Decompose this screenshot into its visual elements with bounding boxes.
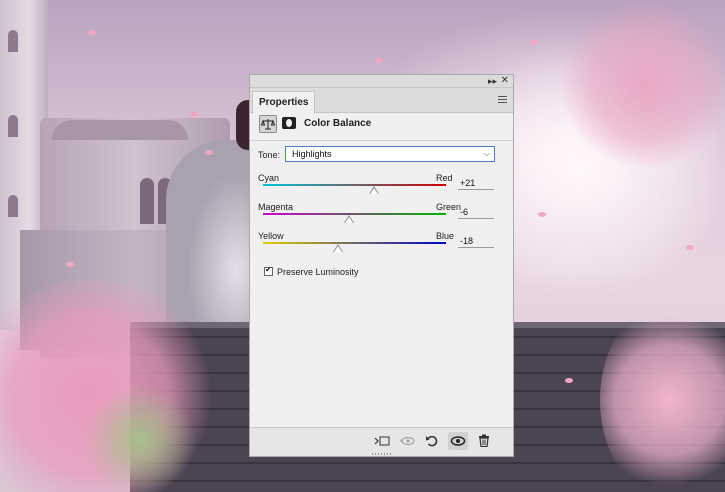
slider-thumb[interactable]	[333, 244, 344, 252]
visibility-eye-icon[interactable]	[448, 432, 468, 450]
slider-cyan-red: Cyan Red +21	[250, 173, 513, 203]
panel-tab-bar: Properties	[250, 88, 513, 114]
tower-window	[8, 115, 18, 137]
falling-petal	[530, 40, 538, 45]
castle-roof	[52, 120, 188, 140]
layer-mask-icon[interactable]	[282, 117, 296, 129]
slider-magenta-green: Magenta Green -6	[250, 202, 513, 232]
cherry-blossom-tree	[560, 0, 725, 170]
preserve-luminosity-checkbox[interactable]	[264, 265, 273, 276]
slider-value-field[interactable]: -18	[458, 235, 494, 248]
slider-thumb[interactable]	[344, 215, 354, 223]
hamburger-menu-icon[interactable]	[498, 96, 507, 104]
slider-track[interactable]	[263, 242, 446, 244]
resize-grip[interactable]	[372, 453, 392, 455]
reset-icon[interactable]	[422, 432, 442, 450]
chevron-down-icon: ⌵	[483, 149, 490, 158]
slider-value-field[interactable]: -6	[458, 206, 494, 219]
tab-properties[interactable]: Properties	[252, 91, 316, 114]
falling-petal	[375, 58, 383, 63]
adjustment-header: Color Balance	[250, 113, 513, 137]
tower-window	[8, 30, 18, 52]
slider-left-label: Cyan	[258, 173, 280, 183]
foliage	[80, 380, 200, 492]
castle-window	[140, 178, 154, 224]
falling-petal	[565, 378, 573, 383]
double-chevron-right-icon[interactable]: ▸▸	[488, 75, 497, 87]
falling-petal	[205, 150, 213, 155]
slider-right-label: Green	[436, 202, 462, 212]
slider-right-label: Blue	[436, 231, 455, 241]
view-previous-state-icon[interactable]	[397, 432, 417, 450]
tower-window	[8, 195, 18, 217]
slider-thumb[interactable]	[368, 186, 379, 194]
slider-left-label: Magenta	[258, 202, 294, 212]
balance-scale-icon[interactable]	[259, 115, 277, 133]
slider-yellow-blue: Yellow Blue -18	[250, 231, 513, 261]
slider-right-label: Red	[436, 173, 453, 183]
properties-panel: ▸▸ ✕ Properties Color Balance Tone: High…	[249, 74, 514, 457]
divider	[250, 140, 513, 141]
tone-dropdown[interactable]: Highlights ⌵	[285, 146, 495, 162]
slider-left-label: Yellow	[258, 231, 284, 241]
falling-petal	[538, 212, 546, 217]
preserve-luminosity-label: Preserve Luminosity	[277, 267, 359, 277]
trash-icon[interactable]	[474, 432, 494, 450]
close-icon[interactable]: ✕	[501, 75, 509, 87]
falling-petal	[190, 112, 198, 117]
tone-selected-value: Highlights	[292, 149, 332, 159]
slider-track[interactable]	[263, 184, 446, 186]
slider-value-field[interactable]: +21	[458, 177, 494, 190]
clip-to-layer-icon[interactable]	[372, 432, 392, 450]
panel-footer	[250, 427, 513, 456]
falling-petal	[66, 262, 74, 267]
slider-track[interactable]	[263, 213, 446, 215]
panel-title-bar: ▸▸ ✕	[250, 75, 513, 88]
tone-label: Tone:	[258, 150, 281, 160]
falling-petal	[686, 245, 694, 250]
adjustment-title: Color Balance	[304, 118, 372, 129]
falling-petal	[88, 30, 96, 35]
